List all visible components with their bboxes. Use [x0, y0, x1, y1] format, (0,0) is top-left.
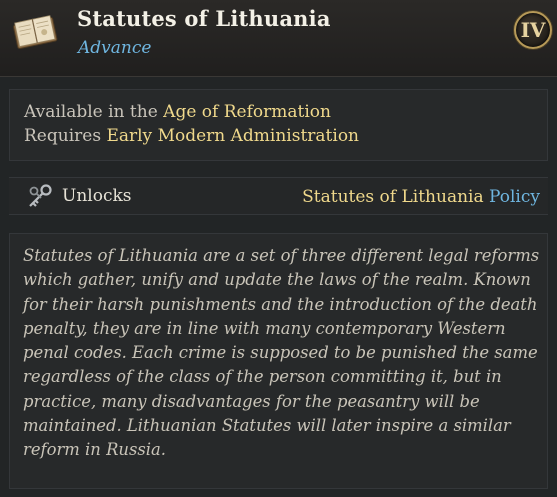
description-line: reform in Russia. — [23, 440, 167, 460]
description-line: penalty, they are in line with many cont… — [23, 318, 506, 338]
advance-tooltip: Statutes of Lithuania Advance IV Availab… — [0, 0, 557, 497]
description-line: practice, many disadvantages for the pea… — [23, 391, 480, 411]
availability-line: Available in the Age of Reformation — [24, 102, 331, 122]
description-box: Statutes of Lithuania are a set of three… — [9, 233, 548, 489]
age-link[interactable]: Age of Reformation — [163, 102, 331, 122]
advance-title: Statutes of Lithuania — [77, 6, 331, 31]
description-line: penal codes. Each crime is supposed to b… — [23, 343, 538, 363]
availability-prefix: Available in the — [24, 102, 158, 122]
advance-type-label: Advance — [78, 38, 152, 58]
requirements-box: Available in the Age of Reformation Requ… — [9, 89, 548, 161]
tier-numeral: IV — [520, 18, 546, 42]
unlocks-row: Unlocks Statutes of Lithuania Policy — [9, 177, 548, 215]
requirement-line: Requires Early Modern Administration — [24, 126, 359, 146]
description-line: maintained. Lithuanian Statutes will lat… — [23, 416, 511, 436]
unlocks-label: Unlocks — [62, 186, 132, 206]
book-icon — [13, 15, 58, 50]
description-line: Statutes of Lithuania are a set of three… — [23, 246, 540, 265]
description-line: for their harsh punishments and the intr… — [23, 294, 538, 314]
policy-name[interactable]: Statutes of Lithuania — [302, 187, 483, 207]
tier-badge: IV — [514, 11, 552, 49]
requirement-prefix: Requires — [24, 126, 102, 146]
tooltip-header: Statutes of Lithuania Advance IV — [0, 0, 557, 77]
unlocked-policy[interactable]: Statutes of Lithuania Policy — [302, 187, 540, 207]
required-advance-link[interactable]: Early Modern Administration — [106, 126, 359, 146]
description-text: Statutes of Lithuania are a set of three… — [23, 244, 543, 463]
description-line: regardless of the class of the person co… — [23, 367, 502, 387]
key-icon — [29, 184, 52, 207]
policy-type: Policy — [489, 187, 540, 207]
description-line: which gather, unify and update the laws … — [23, 270, 531, 290]
